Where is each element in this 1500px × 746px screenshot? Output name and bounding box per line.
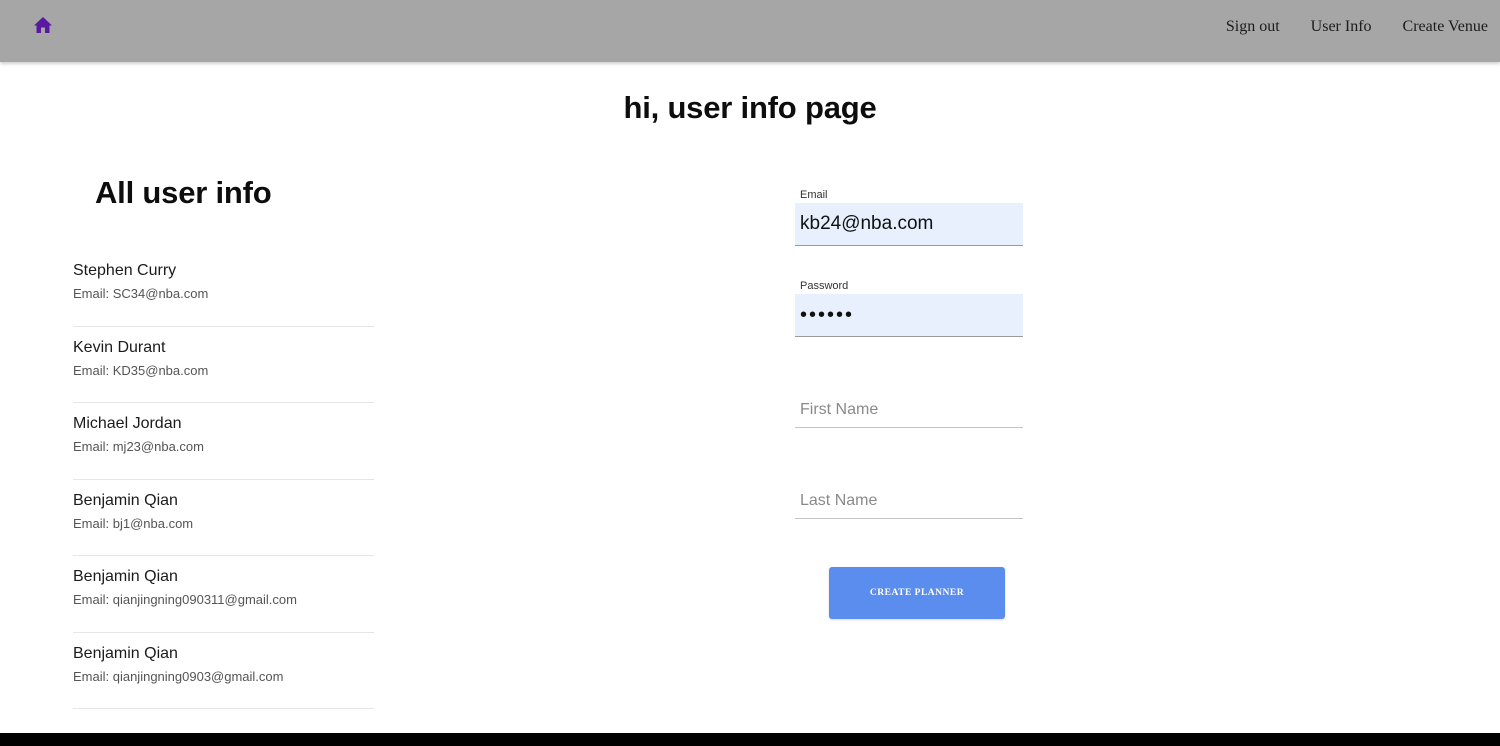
password-field[interactable] [795, 294, 1023, 337]
nav-create-venue-link[interactable]: Create Venue [1403, 18, 1488, 36]
last-name-field[interactable] [795, 483, 1023, 519]
user-email: Email: bj1@nba.com [73, 515, 194, 531]
user-list: Stephen Curry Email: SC34@nba.com Kevin … [73, 250, 374, 709]
user-name: Kevin Durant [73, 338, 166, 356]
user-list-item: Benjamin Qian Email: bj1@nba.com [73, 480, 374, 556]
create-planner-button[interactable]: CREATE PLANNER [829, 567, 1005, 619]
nav-links: Sign out User Info Create Venue [1195, 0, 1488, 54]
home-icon [34, 17, 52, 33]
user-name: Benjamin Qian [73, 644, 178, 662]
user-name: Benjamin Qian [73, 568, 178, 585]
user-list-item: Michael Jordan Email: mj23@nba.com [73, 403, 374, 480]
user-list-item: Stephen Curry Email: SC34@nba.com [73, 250, 374, 327]
user-email: Email: qianjingning0903@gmail.com [73, 668, 284, 684]
user-list-item: Benjamin Qian Email: qianjingning090311@… [73, 556, 374, 633]
home-button[interactable] [32, 14, 54, 36]
user-email: Email: mj23@nba.com [73, 439, 204, 454]
user-email: Email: qianjingning090311@gmail.com [73, 592, 297, 607]
email-field[interactable] [795, 203, 1023, 246]
user-email: Email: KD35@nba.com [73, 362, 209, 378]
page-title: hi, user info page [623, 90, 877, 125]
nav-user-info-link[interactable]: User Info [1311, 18, 1372, 36]
top-navbar: Sign out User Info Create Venue [0, 0, 1500, 62]
nav-sign-out-link[interactable]: Sign out [1226, 18, 1280, 36]
first-name-field[interactable] [795, 392, 1023, 428]
user-info-page: Sign out User Info Create Venue hi, user… [0, 0, 1500, 746]
user-list-item: Kevin Durant Email: KD35@nba.com [73, 327, 374, 403]
user-name: Michael Jordan [73, 415, 182, 432]
password-label: Password [800, 280, 849, 292]
user-list-item: Benjamin Qian Email: qianjingning0903@gm… [73, 633, 374, 709]
user-email: Email: SC34@nba.com [73, 286, 209, 301]
section-title: All user info [95, 175, 272, 210]
user-name: Stephen Curry [73, 262, 177, 279]
email-label: Email [800, 189, 828, 201]
bottom-edge [0, 733, 1500, 746]
user-name: Benjamin Qian [73, 491, 178, 509]
